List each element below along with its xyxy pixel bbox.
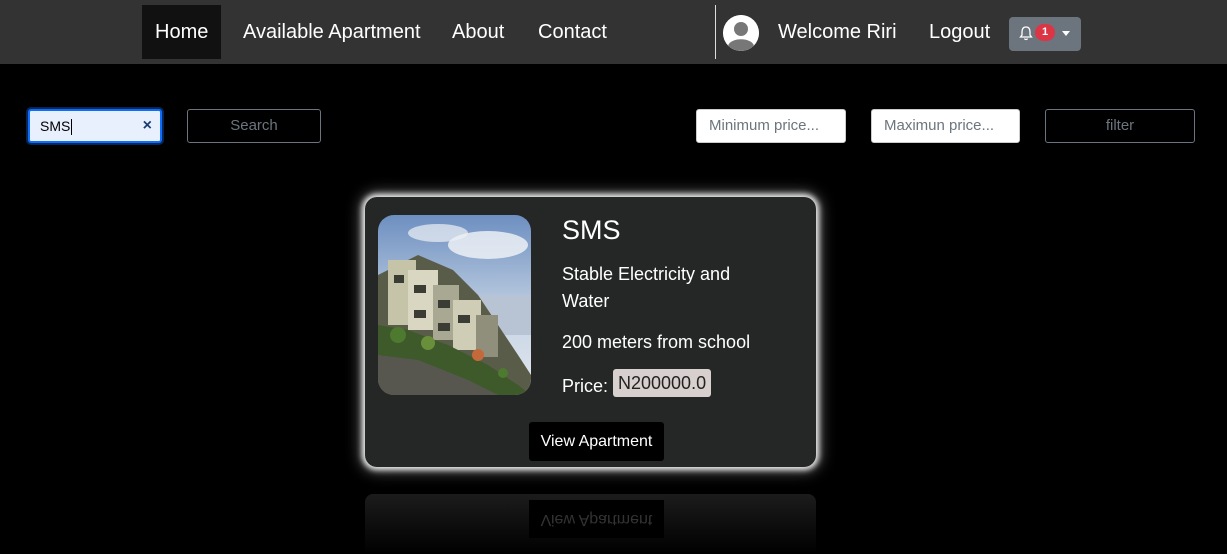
min-price-input[interactable]: Minimum price... (696, 109, 846, 143)
notification-dropdown-button[interactable]: 1 (1009, 17, 1081, 51)
search-input[interactable]: SMS × (28, 109, 162, 143)
close-icon[interactable]: × (143, 111, 152, 141)
apartment-image (378, 215, 531, 395)
view-apartment-button[interactable]: View Apartment (529, 422, 664, 461)
search-button[interactable]: Search (187, 109, 321, 143)
apartment-feature-distance: 200 meters from school (562, 332, 751, 352)
nav-about[interactable]: About (439, 5, 517, 59)
filter-button[interactable]: filter (1045, 109, 1195, 143)
chevron-down-icon (1062, 31, 1070, 36)
nav-available-apartment[interactable]: Available Apartment (230, 5, 434, 59)
apartment-feature-utilities: Stable Electricity and Water (562, 264, 731, 311)
search-input-value: SMS (40, 118, 71, 134)
nav-home[interactable]: Home (142, 5, 222, 59)
apartment-card: SMS Stable Electricity and Water 200 met… (365, 197, 816, 467)
apartment-title: SMS (562, 215, 621, 245)
nav-divider (715, 5, 716, 59)
reflection-button-label: View Apartment (529, 500, 664, 538)
bell-icon (1019, 26, 1033, 41)
price-label: Price: (562, 376, 609, 396)
notification-badge: 1 (1035, 24, 1055, 41)
max-price-input[interactable]: Maximun price... (871, 109, 1020, 143)
logout-link[interactable]: Logout (916, 5, 1003, 59)
price-value: N200000.0 (613, 369, 712, 397)
nav-contact[interactable]: Contact (525, 5, 620, 59)
welcome-text: Welcome Riri (778, 21, 897, 43)
navbar: Home Available Apartment About Contact W… (0, 0, 1227, 64)
card-reflection: View Apartment (365, 494, 816, 554)
user-avatar-icon[interactable] (723, 15, 759, 51)
